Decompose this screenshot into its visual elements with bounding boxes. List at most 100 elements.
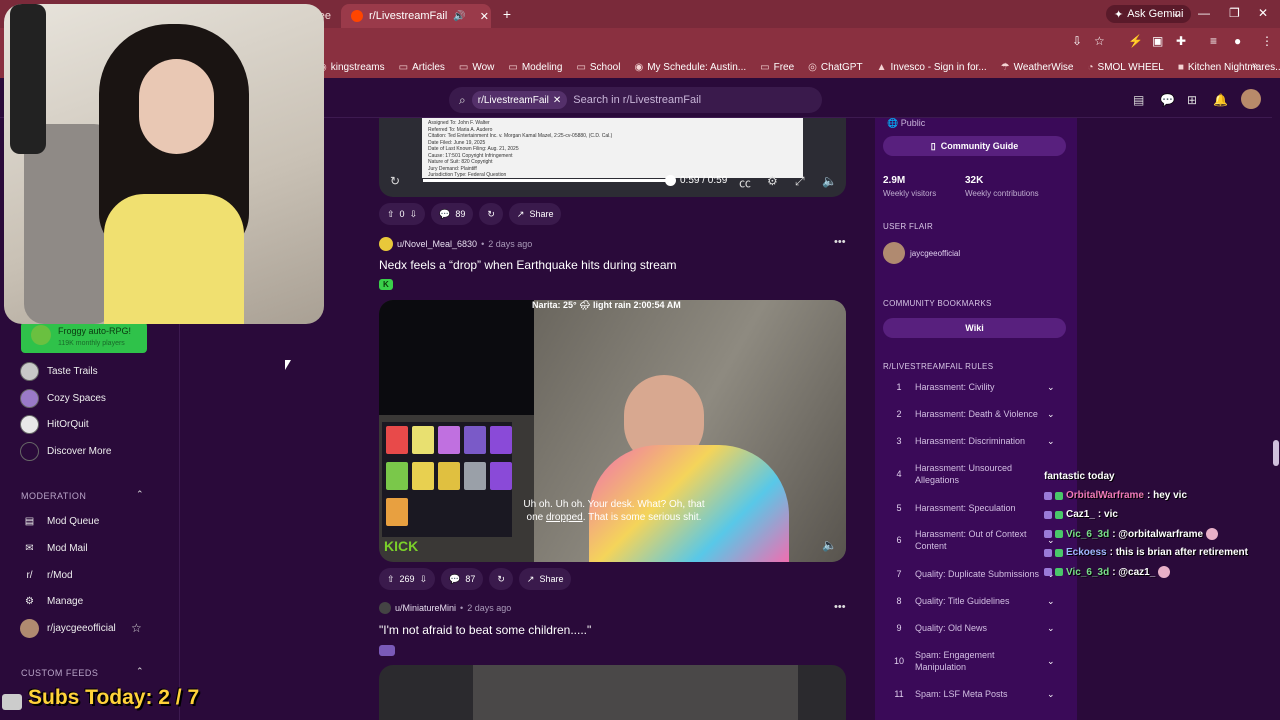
extension-icon[interactable]: ⚡ — [1128, 34, 1143, 48]
more-bookmarks-icon[interactable]: » — [1252, 60, 1258, 71]
rule-item[interactable]: 9 Quality: Old News ⌄ — [883, 622, 1063, 634]
scrollbar-thumb[interactable] — [1273, 440, 1279, 466]
bookmark-item[interactable]: ▭ Articles — [399, 62, 445, 73]
mute-icon[interactable]: 🔊 — [453, 11, 465, 22]
game-card-froggy[interactable]: Froggy auto-RPG! 119K monthly players — [21, 322, 147, 353]
downvote-icon[interactable]: ⇩ — [410, 209, 418, 220]
upvote-icon[interactable]: ⇧ — [387, 209, 395, 220]
chevron-down-icon[interactable]: ⌄ — [1047, 596, 1055, 607]
sidebar-game-item[interactable]: Discover More — [20, 442, 111, 461]
user-flair[interactable]: jaycgeeofficial — [883, 242, 960, 264]
community-guide-button[interactable]: ▯ Community Guide — [883, 136, 1066, 156]
sidebar-mod-item[interactable]: r/jaycgeeofficial — [20, 619, 116, 638]
page-scrollbar[interactable] — [1272, 80, 1280, 720]
share-button[interactable]: ↗ Share — [508, 203, 562, 225]
menu-icon[interactable]: ⋮ — [1261, 34, 1273, 48]
post-author[interactable]: u/Novel_Meal_6830 — [397, 239, 477, 249]
bookmark-star-icon[interactable]: ☆ — [1094, 34, 1105, 48]
collapse-moderation-icon[interactable]: ⌃ — [136, 489, 144, 500]
bookmark-item[interactable]: ☂ WeatherWise — [1001, 62, 1074, 73]
settings-gear-icon[interactable]: ⚙ — [767, 174, 778, 188]
rule-item[interactable]: 8 Quality: Title Guidelines ⌄ — [883, 595, 1063, 607]
upvote-icon[interactable]: ⇧ — [387, 574, 395, 585]
close-tab-icon[interactable]: ✕ — [480, 10, 489, 23]
favorite-star-icon[interactable]: ☆ — [131, 621, 142, 635]
video-player-1[interactable]: Assigned To: John F. Walter Referred To: … — [379, 118, 846, 197]
chat-icon[interactable]: 💬 — [1160, 93, 1175, 107]
progress-handle[interactable] — [665, 175, 676, 186]
bookmark-item[interactable]: ▭ Free — [760, 62, 794, 73]
puzzle-icon[interactable]: ✚ — [1176, 34, 1186, 48]
twitch-flair-icon[interactable] — [379, 645, 395, 656]
rule-item[interactable]: 3 Harassment: Discrimination ⌄ — [883, 435, 1063, 447]
rule-item[interactable]: 10 Spam: Engagement Manipulation ⌄ — [883, 649, 1063, 673]
comments-button[interactable]: 💬 89 — [431, 203, 474, 225]
rule-item[interactable]: 2 Harassment: Death & Violence ⌄ — [883, 408, 1063, 420]
bookmark-item[interactable]: ▭ Wow — [459, 62, 495, 73]
new-tab-button[interactable]: + — [497, 4, 517, 24]
bookmark-item[interactable]: ▭ School — [576, 62, 620, 73]
video-player-3[interactable] — [379, 665, 846, 720]
share-button[interactable]: ↗ Share — [518, 568, 572, 590]
bookmark-item[interactable]: ▭ Modeling — [508, 62, 562, 73]
video-progress-bar[interactable] — [423, 179, 669, 182]
wiki-button[interactable]: Wiki — [883, 318, 1066, 338]
bookmark-item[interactable]: ■ Kitchen Nightmares... — [1178, 62, 1280, 73]
post-options-icon[interactable]: ••• — [834, 236, 846, 248]
rule-item[interactable]: 6 Harassment: Out of Context Content ⌄ — [883, 528, 1063, 552]
sidebar-mod-item[interactable]: r/r/Mod — [20, 566, 72, 585]
comments-button[interactable]: 💬 87 — [441, 568, 484, 590]
volume-icon[interactable]: 🔈 — [822, 538, 837, 552]
clear-chip-icon[interactable]: ✕ — [553, 95, 561, 106]
sidebar-game-item[interactable]: HitOrQuit — [20, 415, 89, 434]
search-bar[interactable]: ⌕ r/LivestreamFail ✕ Search in r/Livestr… — [449, 87, 822, 113]
maximize-icon[interactable]: ❐ — [1229, 6, 1240, 20]
sidebar-mod-item[interactable]: ▤ Mod Queue — [20, 512, 100, 531]
minimize-icon[interactable]: — — [1198, 6, 1210, 20]
tabs-icon[interactable]: ▣ — [1152, 34, 1163, 48]
captions-icon[interactable]: ㏄ — [739, 174, 751, 191]
playlist-icon[interactable]: ≡ — [1210, 34, 1217, 48]
fullscreen-icon[interactable]: ⤢ — [795, 174, 805, 189]
create-post-icon[interactable]: ⊞ — [1187, 93, 1197, 107]
downvote-icon[interactable]: ⇩ — [420, 574, 428, 585]
install-icon[interactable]: ⇩ — [1072, 34, 1082, 48]
rule-item[interactable]: 1 Harassment: Civility ⌄ — [883, 381, 1063, 393]
post-author[interactable]: u/MiniatureMini — [395, 603, 456, 613]
rule-item[interactable]: 11 Spam: LSF Meta Posts ⌄ — [883, 688, 1063, 700]
bookmark-item[interactable]: ◎ ChatGPT — [808, 62, 862, 73]
collapse-custom-feeds-icon[interactable]: ⌃ — [136, 666, 144, 677]
chevron-down-icon[interactable]: ⌄ — [1047, 409, 1055, 420]
rule-item[interactable]: 7Quality: Duplicate Submissions⌄ — [883, 568, 1063, 580]
chevron-down-icon[interactable]: ⌄ — [1047, 689, 1055, 700]
chevron-down-icon[interactable]: ⌄ — [1047, 382, 1055, 393]
bookmark-item[interactable]: ◉kingstreams — [318, 62, 385, 73]
sidebar-mod-item[interactable]: ✉ Mod Mail — [20, 539, 87, 558]
chevron-down-icon[interactable]: ⌄ — [1047, 436, 1055, 447]
post-title[interactable]: Nedx feels a “drop” when Earthquake hits… — [379, 258, 677, 272]
community-chip[interactable]: r/LivestreamFail ✕ — [471, 91, 568, 109]
crosspost-button[interactable]: ↻ — [479, 203, 503, 225]
search-input[interactable]: Search in r/LivestreamFail — [573, 94, 701, 106]
bookmark-item[interactable]: ◉ My Schedule: Austin... — [634, 62, 746, 73]
replay-icon[interactable]: ↻ — [390, 174, 400, 188]
video-player-2[interactable]: Narita: 25° 🌧 light rain 2:00:54 AM Uh o… — [379, 300, 846, 562]
sidebar-game-item[interactable]: Taste Trails — [20, 362, 98, 381]
ads-icon[interactable]: ▤ — [1133, 93, 1144, 107]
bookmark-item[interactable]: ▲ Invesco - Sign in for... — [877, 62, 987, 73]
chevron-down-icon[interactable]: ⌄ — [1047, 656, 1055, 667]
bookmark-item[interactable]: ◔ SMOL WHEEL — [1087, 62, 1163, 73]
post-flair[interactable]: K — [379, 279, 393, 290]
chevron-down-icon[interactable]: ⌄ — [1047, 623, 1055, 634]
tab-livestreamfail[interactable]: r/LivestreamFail 🔊 ✕ — [341, 4, 492, 28]
user-avatar[interactable] — [1241, 89, 1261, 109]
post-options-icon[interactable]: ••• — [834, 601, 846, 613]
sidebar-mod-item[interactable]: ⚙ Manage — [20, 592, 83, 611]
post-title[interactable]: "I'm not afraid to beat some children...… — [379, 623, 591, 637]
profile-icon[interactable]: ● — [1234, 34, 1241, 48]
close-window-icon[interactable]: ✕ — [1258, 6, 1268, 20]
chevron-down-icon[interactable]: ⌄ — [1172, 6, 1182, 20]
crosspost-button[interactable]: ↻ — [489, 568, 513, 590]
volume-icon[interactable]: 🔈 — [822, 174, 837, 188]
rule-item[interactable]: 4 Harassment: Unsourced Allegations ⌄ — [883, 462, 1063, 486]
